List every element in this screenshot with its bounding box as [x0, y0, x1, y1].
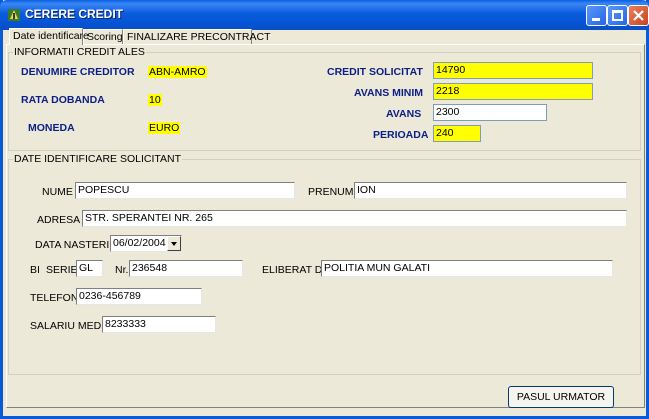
tab-scoring[interactable]: Scoring: [83, 29, 123, 44]
nr-field[interactable]: 236548: [129, 260, 243, 277]
credit-solicitat-label: CREDIT SOLICITAT: [327, 66, 423, 78]
eliberat-de-label: ELIBERAT DE: [262, 264, 330, 276]
moneda-value: EURO: [148, 122, 181, 134]
serie-label: SERIE: [46, 264, 78, 276]
tab-date-identificare[interactable]: Date identificare: [9, 28, 89, 45]
bi-label: BI: [30, 264, 40, 276]
telefon-label: TELEFON: [30, 292, 79, 304]
salariu-mediu-field[interactable]: 8233333: [102, 316, 216, 333]
tab-label: Scoring: [87, 31, 123, 43]
main-window: CERERE CREDIT Date identificare Scoring …: [0, 0, 649, 419]
data-nasterii-picker[interactable]: 06/02/2004: [110, 235, 182, 252]
denumire-creditor-label: DENUMIRE CREDITOR: [21, 66, 135, 78]
nr-label: Nr.: [115, 264, 129, 276]
moneda-label: MONEDA: [28, 122, 75, 134]
maximize-icon: [612, 10, 623, 21]
close-icon: [633, 10, 644, 21]
perioada-label: PERIOADA: [373, 129, 429, 141]
telefon-field[interactable]: 0236-456789: [76, 288, 202, 305]
rata-dobanda-value: 10: [148, 94, 162, 106]
adresa-field[interactable]: STR. SPERANTEI NR. 265: [82, 210, 627, 227]
data-nasterii-label: DATA NASTERII: [35, 239, 113, 251]
minimize-button[interactable]: [586, 5, 607, 26]
serie-field[interactable]: GL: [76, 260, 103, 277]
avans-label: AVANS: [386, 108, 422, 120]
title-bar[interactable]: CERERE CREDIT: [0, 0, 649, 30]
denumire-creditor-value: ABN-AMRO: [148, 66, 207, 78]
tab-label: Date identificare: [13, 30, 89, 42]
prenume-label: PRENUME: [308, 186, 361, 198]
maximize-button[interactable]: [607, 5, 628, 26]
app-icon: [8, 9, 20, 21]
pasul-urmator-button[interactable]: PASUL URMATOR: [508, 386, 614, 408]
rata-dobanda-label: RATA DOBANDA: [21, 94, 105, 106]
applicant-info-legend: DATE IDENTIFICARE SOLICITANT: [13, 153, 183, 165]
window-title: CERERE CREDIT: [25, 7, 124, 21]
nume-label: NUME: [42, 186, 73, 198]
prenume-field[interactable]: ION: [354, 182, 627, 199]
tab-label: FINALIZARE PRECONTRACT: [127, 31, 271, 43]
minimize-icon: [592, 18, 600, 21]
avans-minim-label: AVANS MINIM: [354, 87, 424, 99]
perioada-field[interactable]: 240: [433, 125, 481, 142]
tab-finalizare-precontract[interactable]: FINALIZARE PRECONTRACT: [123, 29, 271, 44]
chevron-down-icon[interactable]: [167, 236, 181, 251]
data-nasterii-value: 06/02/2004: [113, 237, 166, 249]
credit-solicitat-field[interactable]: 14790: [433, 62, 593, 79]
eliberat-de-field[interactable]: POLITIA MUN GALATI: [321, 260, 613, 277]
avans-field[interactable]: 2300: [433, 104, 547, 121]
avans-minim-field[interactable]: 2218: [433, 83, 593, 100]
close-button[interactable]: [628, 5, 649, 26]
adresa-label: ADRESA: [37, 214, 81, 226]
nume-field[interactable]: POPESCU: [75, 182, 295, 199]
salariu-mediu-label: SALARIU MEDIU: [30, 320, 112, 332]
credit-info-legend: INFORMATII CREDIT ALES: [13, 46, 146, 58]
